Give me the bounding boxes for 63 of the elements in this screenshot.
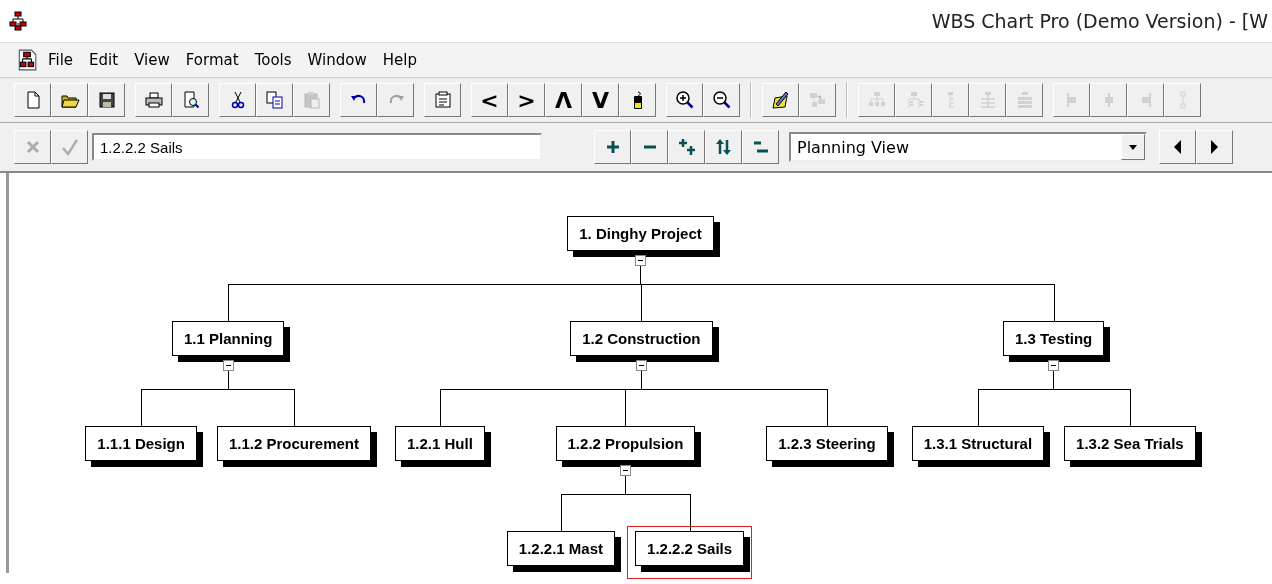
next-button[interactable] <box>1196 130 1233 164</box>
save-button[interactable] <box>88 83 125 117</box>
linked-boxes-icon <box>807 90 828 110</box>
zoom-out-button[interactable] <box>703 83 740 117</box>
copy-button[interactable] <box>256 83 293 117</box>
right-triangle-icon <box>1210 139 1219 155</box>
zoom-in-icon <box>674 90 695 110</box>
double-plus-icon <box>676 137 697 157</box>
menu-item[interactable]: Help <box>376 47 423 73</box>
up-down-arrows-icon <box>713 137 734 157</box>
open-button[interactable] <box>51 83 88 117</box>
menu-item[interactable]: Edit <box>83 47 125 73</box>
menu-item[interactable]: Format <box>179 47 245 73</box>
form-icon <box>432 90 453 110</box>
align-right-icon <box>1140 92 1151 108</box>
document-org-chart-icon[interactable] <box>16 49 38 71</box>
left-triangle-icon <box>1173 139 1182 155</box>
swap-button[interactable] <box>705 130 742 164</box>
collapse-button[interactable] <box>742 130 779 164</box>
pen-notepad-icon <box>770 90 791 110</box>
notes-button[interactable] <box>424 83 461 117</box>
org-chart-icon <box>8 11 28 31</box>
zoom-in-button[interactable] <box>666 83 703 117</box>
cut-button[interactable] <box>219 83 256 117</box>
edit-notes-button[interactable] <box>762 83 799 117</box>
add-level-button[interactable] <box>668 130 705 164</box>
view-dropdown[interactable]: Planning View <box>789 132 1147 162</box>
plus-icon <box>605 140 620 154</box>
zoom-out-icon <box>711 90 732 110</box>
menu-item[interactable]: Tools <box>248 47 298 73</box>
align-left-icon <box>1066 92 1077 108</box>
collapse-toggle[interactable] <box>222 360 234 371</box>
move-right-button[interactable]: > <box>508 83 545 117</box>
menu-item[interactable]: Window <box>301 47 373 73</box>
canister-icon <box>632 90 643 110</box>
collapse-toggle[interactable] <box>635 360 647 371</box>
new-button[interactable] <box>14 83 51 117</box>
canister-button[interactable] <box>619 83 656 117</box>
move-up-button[interactable]: Λ <box>545 83 582 117</box>
dropdown-arrow-icon <box>1128 142 1138 152</box>
pages-icon <box>264 90 285 110</box>
print-button[interactable] <box>135 83 172 117</box>
collapse-toggle[interactable] <box>1048 360 1060 371</box>
name-field[interactable]: 1.2.2.2 Sails <box>92 133 542 161</box>
move-left-button[interactable]: < <box>471 83 508 117</box>
print-preview-button[interactable] <box>172 83 209 117</box>
menu-item[interactable]: View <box>128 47 176 73</box>
clipboard-icon <box>301 90 322 110</box>
minus-icon <box>642 145 657 149</box>
check-icon <box>59 137 80 157</box>
indented-list-icon <box>946 91 955 109</box>
window-title: WBS Chart Pro (Demo Version) - [W <box>931 10 1269 32</box>
previous-button[interactable] <box>1159 130 1196 164</box>
printer-icon <box>143 90 164 110</box>
collapse-toggle[interactable] <box>619 465 631 476</box>
remove-button[interactable] <box>631 130 668 164</box>
undo-button[interactable] <box>340 83 377 117</box>
align-center-icon <box>1103 92 1114 108</box>
bars-icon <box>752 141 769 153</box>
menu-item[interactable]: File <box>42 47 80 73</box>
add-button[interactable] <box>594 130 631 164</box>
move-down-button[interactable]: V <box>582 83 619 117</box>
collapse-toggle[interactable] <box>635 255 646 266</box>
